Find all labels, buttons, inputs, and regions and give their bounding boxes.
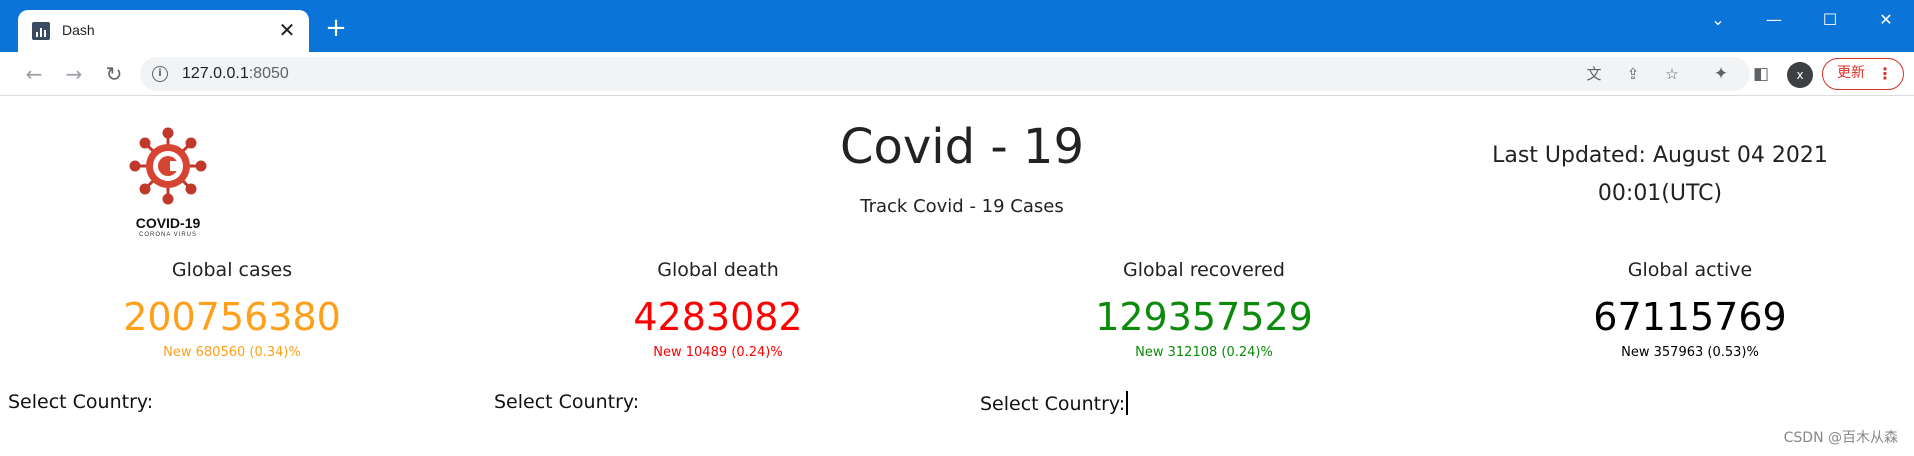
dash-page: COVID-19 CORONA VIRUS Covid - 19 Track C…: [0, 97, 1914, 456]
outer-frame: Dash ✕ + ⌄ — ☐ ✕ ← → ↻ i 127.0.0.1:8050 …: [0, 0, 1914, 456]
select-country-label-1: Select Country:: [8, 391, 154, 413]
stat-new: New 10489 (0.24)%: [653, 345, 783, 360]
stat-card-active: Global active 67115769 New 357963 (0.53)…: [1470, 259, 1910, 365]
url-port: :8050: [248, 65, 289, 82]
stat-label: Global cases: [171, 259, 293, 281]
page-title: Covid - 19: [839, 119, 1084, 175]
last-updated-time: 00:01(UTC): [1597, 181, 1723, 206]
last-updated: Last Updated: August 04 2021 00:01(UTC): [1440, 137, 1880, 213]
tab-title: Dash: [62, 22, 95, 38]
stat-value: 4283082: [633, 295, 803, 339]
tab-strip: Dash ✕ + ⌄ — ☐ ✕: [0, 0, 1914, 52]
stat-card-recovered: Global recovered 129357529 New 312108 (0…: [984, 259, 1424, 365]
last-updated-date: Last Updated: August 04 2021: [1492, 143, 1828, 168]
url-text[interactable]: 127.0.0.1:8050: [182, 65, 289, 83]
stat-new: New 312108 (0.24)%: [1135, 345, 1273, 360]
share-icon[interactable]: ⇪: [1622, 63, 1644, 85]
covid-logo: COVID-19 CORONA VIRUS: [118, 117, 218, 238]
stat-card-death: Global death 4283082 New 10489 (0.24)%: [498, 259, 938, 365]
reload-icon[interactable]: ↻: [98, 58, 130, 90]
menu-icon: ⋮: [1877, 64, 1893, 83]
toolbar: ← → ↻ i 127.0.0.1:8050 文 ⇪ ☆ ✦ ◧ x 更新 ⋮: [0, 52, 1914, 96]
browser-window: Dash ✕ + ⌄ — ☐ ✕ ← → ↻ i 127.0.0.1:8050 …: [0, 0, 1914, 456]
tab-dash[interactable]: Dash ✕: [18, 10, 309, 52]
stat-label: Global death: [657, 259, 779, 281]
logo-subtext: CORONA VIRUS: [138, 232, 197, 238]
back-arrow-icon[interactable]: ←: [18, 58, 50, 90]
update-button[interactable]: 更新 ⋮: [1822, 58, 1904, 90]
watermark: CSDN @百木从森: [1783, 430, 1898, 446]
extensions-icon[interactable]: ✦: [1709, 62, 1733, 86]
stat-card-cases: Global cases 200756380 New 680560 (0.34)…: [12, 259, 452, 365]
translate-icon[interactable]: 文: [1583, 63, 1605, 85]
close-icon[interactable]: ✕: [275, 18, 299, 42]
page-subtitle: Track Covid - 19 Cases: [860, 196, 1064, 217]
side-panel-icon[interactable]: ◧: [1749, 62, 1773, 86]
stat-label: Global recovered: [1123, 259, 1285, 281]
bar-chart-icon: [32, 22, 50, 40]
minimize-icon[interactable]: —: [1746, 0, 1802, 40]
address-bar[interactable]: i 127.0.0.1:8050 文 ⇪ ☆: [140, 57, 1750, 91]
info-icon[interactable]: i: [152, 66, 168, 82]
logo-text: COVID-19: [135, 215, 201, 231]
select-country-label-3[interactable]: Select Country:: [980, 391, 1129, 415]
update-label: 更新: [1837, 65, 1865, 81]
text-cursor: [1126, 391, 1129, 415]
forward-arrow-icon[interactable]: →: [58, 58, 90, 90]
select-country-label-2: Select Country:: [494, 391, 640, 413]
virus-icon: [129, 127, 207, 205]
stat-label: Global active: [1627, 259, 1753, 281]
stat-new: New 357963 (0.53)%: [1621, 345, 1759, 360]
url-host: 127.0.0.1: [182, 65, 249, 82]
stat-new: New 680560 (0.34)%: [163, 345, 301, 360]
chevron-down-icon[interactable]: ⌄: [1690, 0, 1746, 40]
avatar[interactable]: x: [1787, 62, 1813, 88]
star-icon[interactable]: ☆: [1661, 63, 1683, 85]
stat-value: 200756380: [123, 295, 341, 339]
window-close-icon[interactable]: ✕: [1858, 0, 1914, 40]
select-country-text: Select Country:: [980, 393, 1126, 415]
stat-value: 67115769: [1593, 295, 1787, 339]
stat-value: 129357529: [1095, 295, 1313, 339]
maximize-icon[interactable]: ☐: [1802, 0, 1858, 40]
new-tab-button[interactable]: +: [322, 14, 350, 42]
